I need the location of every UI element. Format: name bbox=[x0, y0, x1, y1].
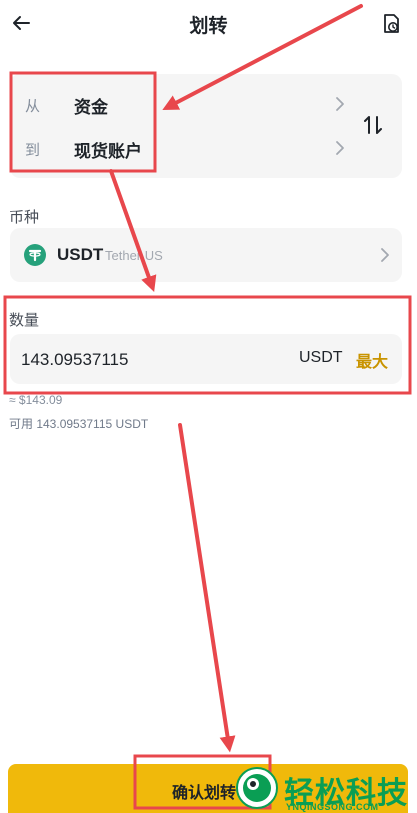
history-document-icon[interactable] bbox=[379, 12, 403, 36]
chevron-right-icon bbox=[336, 97, 344, 111]
watermark-logo-icon bbox=[236, 767, 278, 809]
confirm-transfer-label: 确认划转 bbox=[172, 785, 237, 802]
swap-vertical-icon[interactable] bbox=[360, 112, 386, 138]
amount-unit: USDT bbox=[299, 349, 343, 366]
coin-section-label: 币种 bbox=[9, 209, 40, 226]
approx-value: ≈ $143.09 bbox=[9, 393, 63, 407]
watermark-url: YNQINGSONG.COM bbox=[286, 802, 379, 812]
from-account-selector[interactable]: 从 资金 bbox=[10, 82, 355, 126]
coin-symbol: USDT bbox=[57, 245, 104, 264]
page-title: 划转 bbox=[189, 16, 228, 37]
chevron-right-icon bbox=[336, 141, 344, 155]
app-header: 划转 bbox=[0, 0, 417, 50]
tether-icon bbox=[24, 244, 46, 266]
amount-section-label: 数量 bbox=[9, 312, 40, 329]
to-account-selector[interactable]: 到 现货账户 bbox=[10, 126, 355, 170]
from-account-value: 资金 bbox=[74, 98, 108, 117]
site-watermark: 轻松科技 YNQINGSONG.COM bbox=[236, 764, 417, 813]
to-account-value: 现货账户 bbox=[74, 142, 142, 161]
amount-input[interactable] bbox=[21, 349, 271, 371]
annotation-arrow-to-confirm bbox=[178, 423, 236, 753]
chevron-right-icon bbox=[381, 248, 389, 262]
to-label: 到 bbox=[25, 142, 41, 159]
amount-field-container: USDT 最大 bbox=[10, 334, 402, 384]
available-balance: 可用 143.09537115 USDT bbox=[9, 417, 149, 431]
coin-full-name: Tether US bbox=[105, 248, 163, 263]
max-button[interactable]: 最大 bbox=[356, 348, 388, 372]
transfer-accounts-card: 从 资金 到 现货账户 bbox=[10, 74, 402, 178]
coin-selector[interactable]: USDT Tether US bbox=[10, 228, 402, 282]
from-label: 从 bbox=[25, 98, 41, 115]
